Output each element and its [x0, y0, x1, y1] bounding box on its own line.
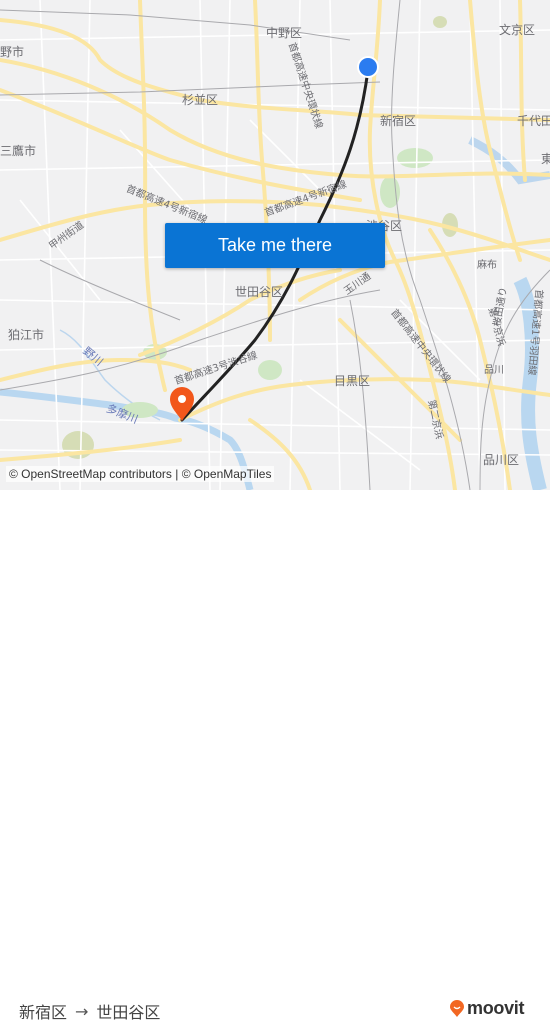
map-label-komae: 狛江市: [8, 328, 45, 342]
origin-marker-icon[interactable]: [356, 55, 380, 79]
moovit-pin-icon: [450, 999, 464, 1017]
park: [258, 360, 282, 380]
map-label-setagaya: 世田谷区: [235, 285, 284, 299]
park: [433, 16, 447, 28]
park: [397, 148, 433, 168]
map-label-shinagawa: 品川: [484, 365, 504, 376]
destination-pin-icon[interactable]: [168, 386, 196, 422]
map-attribution[interactable]: © OpenStreetMap contributors | © OpenMap…: [6, 466, 275, 482]
route-summary: 新宿区 → 世田谷区: [19, 999, 160, 1023]
map-label-mitaka: 三鷹市: [0, 144, 37, 158]
map-label-meguro: 目黒区: [334, 374, 371, 388]
map-label-chiyoda: 千代田: [517, 114, 550, 128]
take-me-there-button[interactable]: Take me there: [165, 223, 385, 268]
map-label-azabu: 麻布: [477, 260, 497, 271]
moovit-logo: moovit: [449, 998, 525, 1019]
map-label-nakano: 中野区: [266, 26, 303, 40]
map-label-shinagawa-ku: 品川区: [483, 453, 520, 467]
moovit-wordmark: moovit: [467, 998, 525, 1018]
map-label-shinjuku: 新宿区: [380, 114, 417, 128]
map[interactable]: 中野区 文京区 杉並区 新宿区 千代田 三鷹市 野市 渋谷区 麻布 世田谷区 狛…: [0, 0, 550, 490]
footer: 新宿区 → 世田谷区 moovit: [0, 490, 550, 1022]
map-label-musashino: 野市: [0, 45, 25, 59]
origin-name: 新宿区: [19, 1003, 68, 1022]
map-label-bunkyo: 文京区: [499, 23, 536, 37]
arrow-right-icon: →: [75, 1001, 89, 1021]
map-label-higashi: 東: [541, 152, 550, 166]
map-label-suginami: 杉並区: [182, 93, 219, 107]
destination-name: 世田谷区: [96, 1003, 161, 1022]
